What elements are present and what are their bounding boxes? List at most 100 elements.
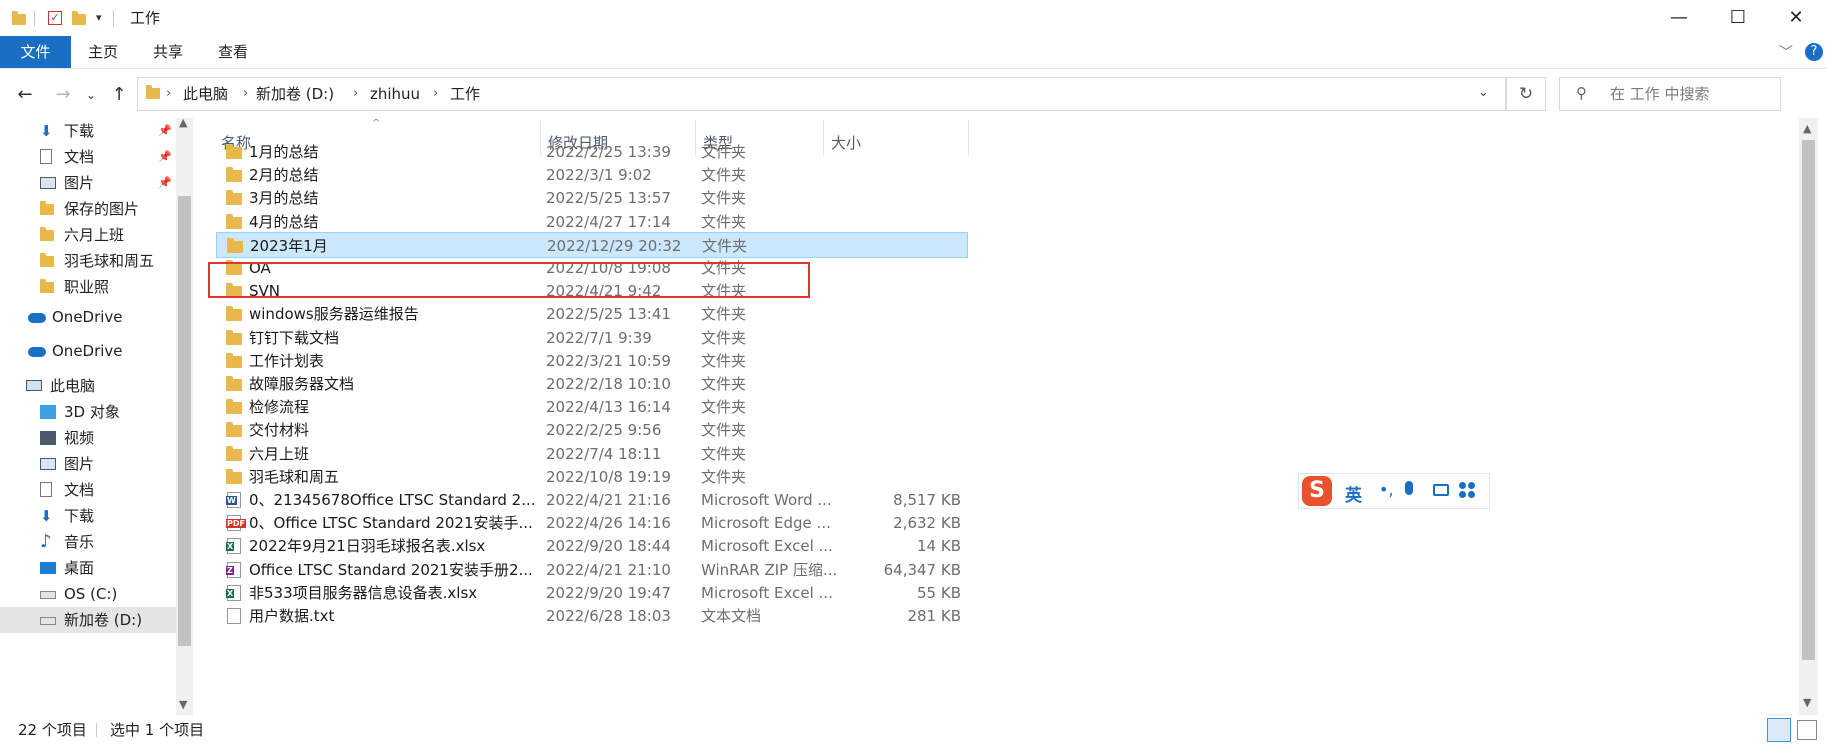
file-date: 2022/4/21 21:16 <box>546 491 671 509</box>
file-type: 文件夹 <box>701 421 747 440</box>
address-dropdown-chevron-icon[interactable]: ⌄ <box>1478 85 1489 100</box>
folder-row[interactable]: 2月的总结 2022/3/1 9:02 文件夹 <box>216 162 968 188</box>
scroll-down-icon[interactable]: ▼ <box>1803 696 1811 709</box>
toolbox-grid-icon[interactable] <box>1459 482 1477 500</box>
sidebar-item[interactable]: 图片 <box>0 451 176 477</box>
refresh-icon[interactable]: ↻ <box>1506 77 1546 111</box>
sidebar-item[interactable]: ⬇ 下载 <box>0 503 176 529</box>
maximize-button[interactable]: ☐ <box>1709 0 1767 36</box>
sidebar-item[interactable]: 保存的图片 <box>0 196 176 222</box>
file-row[interactable]: Z Office LTSC Standard 2021安装手册2... 2022/4… <box>216 557 968 583</box>
folder-row[interactable]: 2023年1月 2022/12/29 20:32 文件夹 <box>216 231 968 258</box>
help-icon[interactable]: ? <box>1805 43 1823 61</box>
breadcrumb-chevron-icon[interactable]: › <box>433 78 438 110</box>
tab-view[interactable]: 查看 <box>208 36 258 68</box>
ime-toolbar[interactable]: S 英 •, <box>1298 473 1490 509</box>
tab-share[interactable]: 共享 <box>143 36 193 68</box>
file-list-scrollbar[interactable]: ▲ ▼ <box>1799 118 1818 715</box>
forward-arrow-icon[interactable]: → <box>50 82 76 108</box>
folder-row[interactable]: 六月上班 2022/7/4 18:11 文件夹 <box>216 441 968 467</box>
ime-language-toggle[interactable]: 英 <box>1345 481 1362 506</box>
file-row[interactable]: X 2022年9月21日羽毛球报名表.xlsx 2022/9/20 18:44 Mic… <box>216 533 968 559</box>
properties-check-icon[interactable]: ✓ <box>48 11 62 25</box>
folder-row[interactable]: 1月的总结 2022/2/25 13:39 文件夹 <box>216 139 968 165</box>
customize-toolbar-chevron-icon[interactable]: ▾ <box>96 11 110 25</box>
breadcrumb-chevron-icon[interactable]: › <box>166 78 171 110</box>
keyboard-icon[interactable] <box>1433 484 1449 496</box>
folder-row[interactable]: windows服务器运维报告 2022/5/25 13:41 文件夹 <box>216 301 968 327</box>
punctuation-icon[interactable]: •, <box>1379 480 1394 499</box>
file-size <box>836 301 961 327</box>
pin-icon: 📌 <box>158 124 172 137</box>
back-arrow-icon[interactable]: ← <box>12 82 38 108</box>
sidebar-item[interactable]: 六月上班 <box>0 222 176 248</box>
sidebar-item[interactable]: 此电脑 <box>0 373 176 399</box>
breadcrumb-chevron-icon[interactable]: › <box>243 78 248 110</box>
scroll-up-icon[interactable]: ▲ <box>179 116 187 129</box>
recent-locations-chevron-icon[interactable]: ⌄ <box>84 82 98 108</box>
sidebar-item[interactable]: 文档 📌 <box>0 144 176 170</box>
breadcrumb-current-folder[interactable]: 工作 <box>450 78 480 110</box>
up-arrow-icon[interactable]: ↑ <box>106 82 132 108</box>
minimize-button[interactable]: — <box>1650 0 1708 36</box>
search-box[interactable]: ⚲ 在 工作 中搜索 <box>1559 77 1781 111</box>
file-row[interactable]: W 0、21345678Office LTSC Standard 2... 2022… <box>216 487 968 513</box>
breadcrumb-drive-d[interactable]: 新加卷 (D:) <box>256 78 334 110</box>
sidebar-item[interactable]: OneDrive <box>0 338 176 364</box>
file-row[interactable]: X 非533项目服务器信息设备表.xlsx 2022/9/20 19:47 Micro… <box>216 580 968 606</box>
file-name: 4月的总结 <box>249 212 319 231</box>
file-type: Microsoft Word ... <box>701 491 832 509</box>
file-type: 文件夹 <box>701 467 747 486</box>
folder-row[interactable]: 工作计划表 2022/3/21 10:59 文件夹 <box>216 348 968 374</box>
scroll-down-icon[interactable]: ▼ <box>179 698 187 711</box>
sidebar-item[interactable]: OS (C:) <box>0 581 176 607</box>
sidebar-item[interactable]: 桌面 <box>0 555 176 581</box>
tab-home[interactable]: 主页 <box>78 36 128 68</box>
folder-row[interactable]: 交付材料 2022/2/25 9:56 文件夹 <box>216 417 968 443</box>
sidebar-item[interactable]: ♪ 音乐 <box>0 529 176 555</box>
sidebar-item[interactable]: 职业照 <box>0 274 176 300</box>
search-icon: ⚲ <box>1576 84 1587 102</box>
file-row[interactable]: 用户数据.txt 2022/6/28 18:03 文本文档 281 KB <box>216 603 968 629</box>
sidebar-item[interactable]: 羽毛球和周五 <box>0 248 176 274</box>
sidebar-item-label: OS (C:) <box>64 585 118 603</box>
folder-row[interactable]: 钉钉下载文档 2022/7/1 9:39 文件夹 <box>216 325 968 351</box>
sidebar-item[interactable]: OneDrive <box>0 304 176 330</box>
folder-row[interactable]: 3月的总结 2022/5/25 13:57 文件夹 <box>216 185 968 211</box>
breadcrumb-chevron-icon[interactable]: › <box>353 78 358 110</box>
file-size <box>836 417 961 443</box>
large-icons-view-icon[interactable] <box>1797 720 1817 740</box>
details-view-icon[interactable] <box>1767 718 1791 742</box>
expand-ribbon-chevron-icon[interactable]: ﹀ <box>1779 42 1793 62</box>
breadcrumb-zhihuu[interactable]: zhihuu <box>370 78 420 110</box>
sidebar-item-label: OneDrive <box>52 342 123 360</box>
sidebar-scrollbar[interactable]: ▲ ▼ <box>176 116 193 715</box>
sidebar-item-label: 音乐 <box>64 533 95 551</box>
file-row[interactable]: PDF 0、Office LTSC Standard 2021安装手... 2022… <box>216 510 968 536</box>
scroll-up-icon[interactable]: ▲ <box>1803 122 1811 135</box>
sidebar-item[interactable]: 文档 <box>0 477 176 503</box>
folder-row[interactable]: 4月的总结 2022/4/27 17:14 文件夹 <box>216 209 968 235</box>
folder-row[interactable]: 检修流程 2022/4/13 16:14 文件夹 <box>216 394 968 420</box>
folder-row[interactable]: 羽毛球和周五 2022/10/8 19:19 文件夹 <box>216 464 968 490</box>
sidebar-item[interactable]: ⬇ 下载 📌 <box>0 118 176 144</box>
file-list-scroll-thumb[interactable] <box>1802 140 1815 660</box>
cloud-icon <box>28 313 46 323</box>
desktop-icon <box>40 562 56 574</box>
new-folder-icon[interactable] <box>72 11 86 25</box>
close-button[interactable]: ✕ <box>1767 0 1825 36</box>
folder-row[interactable]: 故障服务器文档 2022/2/18 10:10 文件夹 <box>216 371 968 397</box>
item-count: 22 个项目 <box>18 721 87 739</box>
sidebar-scroll-thumb[interactable] <box>178 196 191 646</box>
sogou-logo-icon[interactable]: S <box>1302 476 1332 506</box>
folder-icon <box>226 306 242 322</box>
address-bar[interactable]: › 此电脑 › 新加卷 (D:) › zhihuu › 工作 ⌄ <box>137 77 1506 111</box>
sidebar-item[interactable]: 3D 对象 <box>0 399 176 425</box>
sidebar-item[interactable]: 新加卷 (D:) <box>0 607 176 633</box>
search-input[interactable]: 在 工作 中搜索 <box>1610 78 1710 110</box>
tab-file[interactable]: 文件 <box>0 36 71 68</box>
sidebar-item[interactable]: 视频 <box>0 425 176 451</box>
sidebar-item[interactable]: 图片 📌 <box>0 170 176 196</box>
microphone-icon[interactable] <box>1405 481 1413 495</box>
breadcrumb-this-pc[interactable]: 此电脑 <box>183 78 228 110</box>
